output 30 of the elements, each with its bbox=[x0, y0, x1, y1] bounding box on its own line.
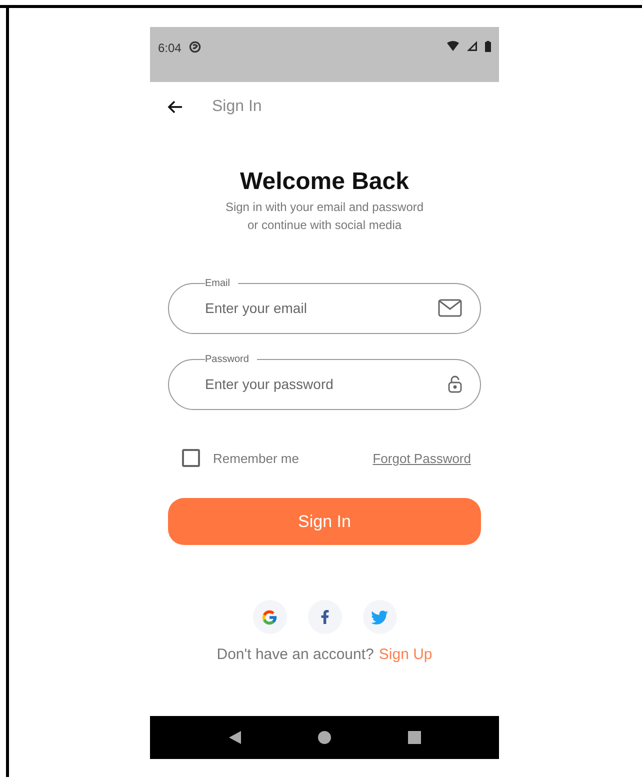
field-label: Password bbox=[205, 354, 250, 365]
status-time: 6:04 bbox=[158, 41, 182, 55]
password-input[interactable]: Enter your password bbox=[205, 376, 448, 392]
forgot-password-link[interactable]: Forgot Password bbox=[372, 450, 471, 466]
signal-icon bbox=[467, 41, 477, 51]
lock-icon bbox=[448, 375, 462, 393]
notification-icon bbox=[189, 41, 202, 53]
email-input[interactable]: Enter your email bbox=[205, 300, 438, 316]
mail-icon bbox=[438, 299, 462, 317]
social-login-button[interactable] bbox=[308, 600, 342, 634]
social-login-button[interactable] bbox=[252, 600, 286, 634]
back-arrow-icon[interactable] bbox=[167, 100, 183, 114]
signup-prompt: Don't have an account? bbox=[216, 646, 374, 663]
battery-icon bbox=[485, 41, 491, 52]
welcome-heading: Welcome Back bbox=[240, 168, 409, 196]
back-icon[interactable] bbox=[228, 731, 240, 744]
remember-label: Remember me bbox=[213, 450, 299, 466]
remember-checkbox[interactable] bbox=[182, 449, 200, 467]
field-label: Email bbox=[205, 278, 232, 289]
google-icon bbox=[261, 608, 278, 626]
subtitle-text: Sign in with your email and password bbox=[224, 199, 425, 216]
wifi-icon bbox=[447, 41, 459, 51]
subtitle-text: or continue with social media bbox=[246, 217, 403, 234]
sign-up-link[interactable]: Sign Up bbox=[378, 646, 432, 663]
sign-in-button[interactable]: Sign In bbox=[168, 498, 481, 545]
twitter-icon bbox=[371, 608, 388, 626]
home-icon[interactable] bbox=[318, 731, 330, 744]
social-login-button[interactable] bbox=[362, 600, 396, 634]
recents-icon[interactable] bbox=[408, 731, 420, 744]
screen-title: Sign In bbox=[212, 98, 262, 116]
